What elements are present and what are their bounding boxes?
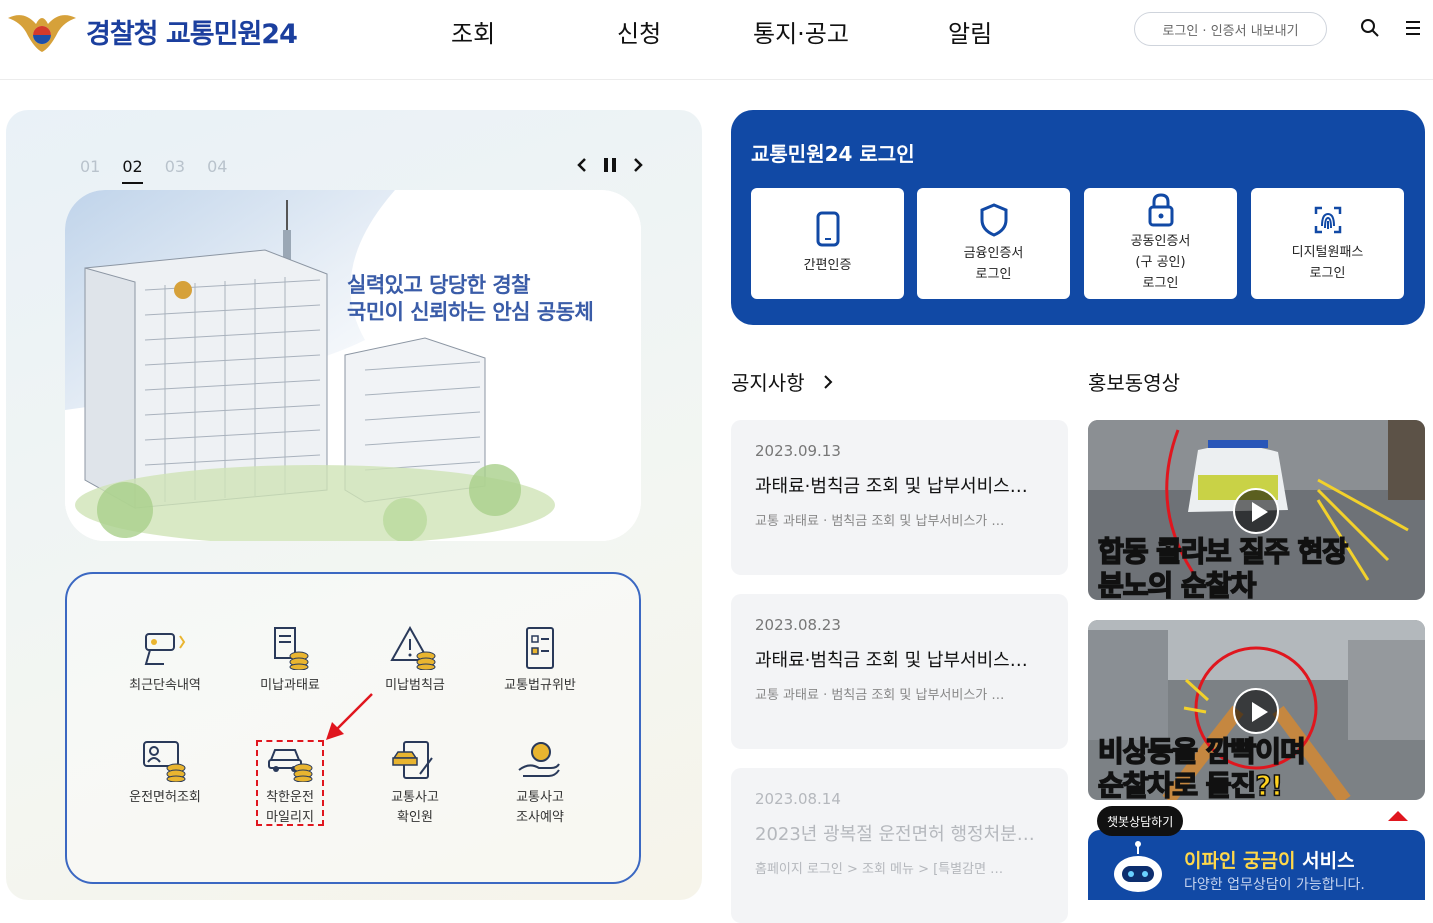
quick-item-label-line2: 조사예약 <box>516 810 564 825</box>
login-joint-cert-button[interactable]: 공동인증서 (구 공인) 로그인 <box>1084 188 1237 299</box>
notice-summary: 교통 과태료 · 범칙금 조회 및 납부서비스가 … <box>755 514 1005 529</box>
fingerprint-icon <box>1314 206 1341 233</box>
nav-notice-announcement[interactable]: 통지·공고 <box>753 14 849 49</box>
notice-card[interactable]: 2023.09.13 과태료·범칙금 조회 및 납부서비스… 교통 과태료 · … <box>731 420 1068 575</box>
auth-label: 간편인증 <box>803 258 852 273</box>
auth-label-line1: 디지털원패스 <box>1291 244 1364 260</box>
login-title: 교통민원24 로그인 <box>751 142 915 166</box>
quick-item-label-line2: 확인원 <box>397 810 433 825</box>
notice-section-title: 공지사항 <box>731 371 805 395</box>
notice-card[interactable]: 2023.08.14 2023년 광복절 운전면허 행정처분… 홈페이지 로그인… <box>731 768 1068 923</box>
nav-apply[interactable]: 신청 <box>617 14 661 49</box>
chatbot-consult-button[interactable]: 챗봇상담하기 <box>1097 806 1184 836</box>
notice-title: 과태료·범칙금 조회 및 납부서비스… <box>755 476 1028 497</box>
auth-label-line2: (구 공인) <box>1135 255 1186 270</box>
robot-icon <box>1114 841 1162 892</box>
quick-item-label-line1: 교통사고 <box>391 790 439 805</box>
quick-item-label: 운전면허조회 <box>129 790 201 805</box>
chatbot-title-highlight: 이파인 궁금이 <box>1184 850 1296 872</box>
chatbot-subtitle: 다양한 업무상담이 가능합니다. <box>1184 877 1365 893</box>
police-building-illustration <box>65 190 641 541</box>
quick-item-label-line1: 교통사고 <box>516 790 564 805</box>
slide-controls <box>576 156 644 174</box>
notice-card[interactable]: 2023.08.23 과태료·범칙금 조회 및 납부서비스… 교통 과태료 · … <box>731 594 1068 749</box>
top-header: 경찰청 교통민원24 조회 신청 통지·공고 알림 로그인 · 인증서 내보내기 <box>0 0 1433 80</box>
accident-document-icon <box>392 741 433 779</box>
highlight-dashed-box <box>256 740 324 826</box>
phone-icon <box>816 211 839 247</box>
reservation-hand-icon <box>518 742 560 777</box>
chatbot-title: 이파인 궁금이 서비스 <box>1184 846 1355 873</box>
quick-item-accident-reservation[interactable]: 교통사고 조사예약 <box>485 738 595 828</box>
logo-text: 경찰청 교통민원24 <box>86 18 298 50</box>
police-emblem-icon <box>8 15 76 53</box>
pause-icon[interactable] <box>602 156 618 174</box>
banner-slogan-line1: 실력있고 당당한 경찰 <box>347 273 531 297</box>
chevron-right-icon <box>823 374 833 389</box>
login-export-button[interactable]: 로그인 · 인증서 내보내기 <box>1134 12 1327 46</box>
quick-item-accident-certificate[interactable]: 교통사고 확인원 <box>360 738 470 828</box>
auth-label-line2: 로그인 <box>1309 265 1346 281</box>
search-icon[interactable] <box>1360 18 1380 42</box>
chatbot-title-rest: 서비스 <box>1295 850 1355 872</box>
slide-page-4[interactable]: 04 <box>207 157 227 184</box>
nav-news[interactable]: 알림 <box>948 14 992 49</box>
notice-section-header[interactable]: 공지사항 <box>731 367 833 396</box>
video-section-title: 홍보동영상 <box>1088 371 1180 395</box>
play-icon[interactable] <box>1233 688 1279 734</box>
auth-label-line1: 금융인증서 <box>963 245 1024 261</box>
menu-icon[interactable] <box>1404 18 1422 42</box>
quick-item-traffic-violation[interactable]: 교통법규위반 <box>485 626 595 696</box>
auth-label-line3: 로그인 <box>1142 276 1179 291</box>
login-financial-cert-button[interactable]: 금융인증서 로그인 <box>917 188 1070 299</box>
quick-item-label: 최근단속내역 <box>129 678 201 693</box>
checklist-icon <box>526 627 554 669</box>
chevron-left-icon[interactable] <box>576 156 588 174</box>
invoice-coins-icon <box>274 627 309 670</box>
auth-label-line1: 공동인증서 <box>1130 234 1191 249</box>
chatbot-card[interactable]: 이파인 궁금이 서비스 다양한 업무상담이 가능합니다. <box>1088 830 1425 900</box>
notice-title: 2023년 광복절 운전면허 행정처분… <box>755 824 1035 845</box>
banner-slogan: 실력있고 당당한 경찰 국민이 신뢰하는 안심 공동체 <box>347 272 594 326</box>
video-caption-line2: 순찰차로 돌진?! <box>1097 768 1284 800</box>
site-logo[interactable]: 경찰청 교통민원24 <box>6 8 298 54</box>
quick-item-license-inquiry[interactable]: 운전면허조회 <box>110 738 220 808</box>
quick-item-label: 교통법규위반 <box>504 678 576 693</box>
notice-date: 2023.09.13 <box>755 442 841 460</box>
quick-item-unpaid-penalty[interactable]: 미납범칙금 <box>360 626 470 696</box>
slide-page-3[interactable]: 03 <box>165 157 185 184</box>
lock-icon <box>1148 193 1173 227</box>
warning-coins-icon <box>390 626 436 670</box>
red-pointer-arrow-icon <box>326 693 373 740</box>
scroll-top-arrow-icon[interactable] <box>1388 811 1408 821</box>
login-simple-auth-button[interactable]: 간편인증 <box>751 188 904 299</box>
slide-page-2[interactable]: 02 <box>122 157 143 184</box>
notice-summary: 교통 과태료 · 범칙금 조회 및 납부서비스가 … <box>755 688 1005 703</box>
video-caption-line2: 분노의 순찰차 <box>1097 568 1257 600</box>
notice-title: 과태료·범칙금 조회 및 납부서비스… <box>755 650 1028 671</box>
login-card: 교통민원24 로그인 간편인증 금융인증서 로그인 공동인증서 (구 공인) 로… <box>731 110 1425 325</box>
slide-page-1[interactable]: 01 <box>80 157 100 184</box>
camera-icon <box>144 633 186 665</box>
nav-inquiry[interactable]: 조회 <box>451 14 495 49</box>
auth-label-line2: 로그인 <box>975 266 1012 282</box>
quick-item-recent-enforcement[interactable]: 최근단속내역 <box>110 626 220 696</box>
shield-icon <box>980 202 1007 237</box>
notice-summary: 홈페이지 로그인 > 조회 메뉴 > [특별감면 … <box>755 862 1004 877</box>
chevron-right-icon[interactable] <box>632 156 644 174</box>
slide-pagination: 01 02 03 04 <box>80 157 227 184</box>
main-banner[interactable]: 실력있고 당당한 경찰 국민이 신뢰하는 안심 공동체 <box>65 190 641 541</box>
video-card[interactable]: 합동 콜라보 질주 현장 분노의 순찰차 <box>1088 420 1425 600</box>
login-digital-onepass-button[interactable]: 디지털원패스 로그인 <box>1251 188 1404 299</box>
license-card-icon <box>143 741 186 782</box>
banner-slogan-line2: 국민이 신뢰하는 안심 공동체 <box>347 300 594 324</box>
notice-date: 2023.08.14 <box>755 790 841 808</box>
play-icon[interactable] <box>1233 488 1279 534</box>
quick-item-unpaid-fine[interactable]: 미납과태료 <box>235 626 345 696</box>
video-card[interactable]: 비상등을 깜빡이며 순찰차로 돌진?! <box>1088 620 1425 800</box>
notice-date: 2023.08.23 <box>755 616 841 634</box>
